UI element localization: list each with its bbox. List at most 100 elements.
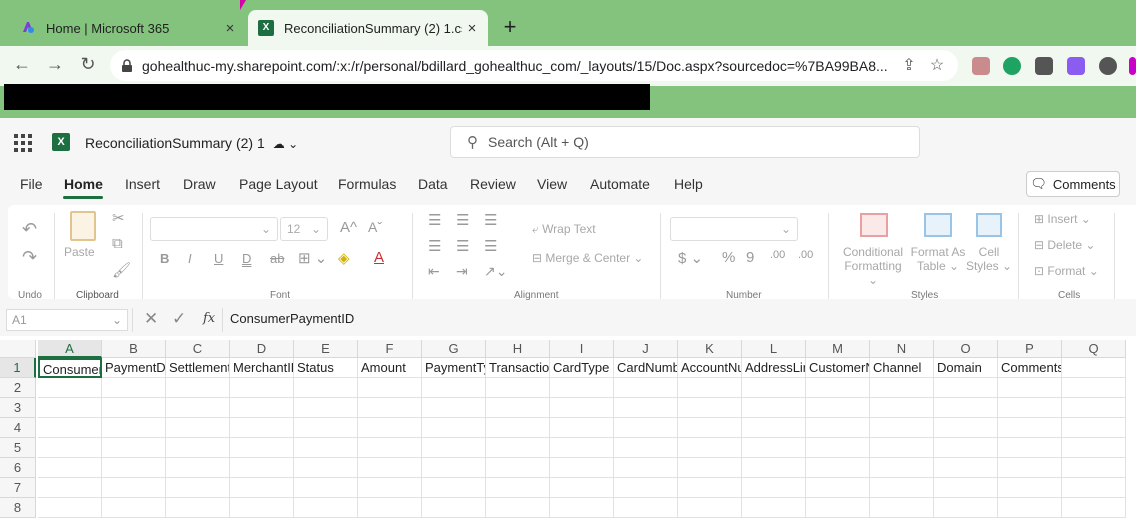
cell-e8[interactable] [294, 498, 358, 518]
cell-a2[interactable] [38, 378, 102, 398]
insert-cells-button[interactable]: ⊞ Insert ⌄ [1034, 212, 1091, 226]
extension-icon[interactable] [1129, 57, 1136, 75]
app-launcher-icon[interactable] [14, 134, 32, 152]
decrease-decimal-icon[interactable]: .00 [798, 249, 813, 261]
share-icon[interactable]: ⇪ [898, 55, 920, 77]
cell-i5[interactable] [550, 438, 614, 458]
cell-n2[interactable] [870, 378, 934, 398]
strikethrough-icon[interactable]: ab [270, 251, 284, 266]
cell-styles-button[interactable]: Cell Styles ⌄ [964, 245, 1014, 273]
cell-c3[interactable] [166, 398, 230, 418]
cell-d4[interactable] [230, 418, 294, 438]
column-header-j[interactable]: J [614, 340, 678, 358]
column-header-g[interactable]: G [422, 340, 486, 358]
cell-d5[interactable] [230, 438, 294, 458]
cell-c1[interactable]: SettlementDate [166, 358, 230, 378]
cell-p7[interactable] [998, 478, 1062, 498]
font-size-select[interactable]: 12 ⌄ [280, 217, 328, 241]
cell-o3[interactable] [934, 398, 998, 418]
cell-a6[interactable] [38, 458, 102, 478]
format-painter-icon[interactable]: 🖌 [112, 261, 131, 279]
column-header-c[interactable]: C [166, 340, 230, 358]
tab-formulas[interactable]: Formulas [338, 176, 396, 192]
cell-e6[interactable] [294, 458, 358, 478]
back-icon[interactable]: ← [10, 54, 34, 75]
cell-q6[interactable] [1062, 458, 1126, 478]
cell-m1[interactable]: CustomerName [806, 358, 870, 378]
cell-p6[interactable] [998, 458, 1062, 478]
percent-icon[interactable]: % [722, 249, 735, 266]
grow-font-icon[interactable]: A^ [340, 219, 357, 236]
format-as-table-icon[interactable] [924, 213, 952, 237]
cell-c6[interactable] [166, 458, 230, 478]
cell-b5[interactable] [102, 438, 166, 458]
tab-draw[interactable]: Draw [183, 176, 216, 192]
cell-f5[interactable] [358, 438, 422, 458]
cell-i3[interactable] [550, 398, 614, 418]
cell-g3[interactable] [422, 398, 486, 418]
redo-icon[interactable]: ↷ [22, 247, 37, 268]
cell-f6[interactable] [358, 458, 422, 478]
align-top-icon[interactable]: ☰ [428, 211, 441, 229]
cell-g5[interactable] [422, 438, 486, 458]
cell-e2[interactable] [294, 378, 358, 398]
cell-i7[interactable] [550, 478, 614, 498]
new-tab-button[interactable]: + [500, 14, 520, 40]
cell-c4[interactable] [166, 418, 230, 438]
cell-g8[interactable] [422, 498, 486, 518]
cell-a5[interactable] [38, 438, 102, 458]
cell-f4[interactable] [358, 418, 422, 438]
decrease-indent-icon[interactable]: ⇤ [428, 263, 440, 280]
cell-m7[interactable] [806, 478, 870, 498]
column-header-i[interactable]: I [550, 340, 614, 358]
cell-p3[interactable] [998, 398, 1062, 418]
cell-n4[interactable] [870, 418, 934, 438]
increase-indent-icon[interactable]: ⇥ [456, 263, 468, 280]
cell-k4[interactable] [678, 418, 742, 438]
cell-e3[interactable] [294, 398, 358, 418]
spreadsheet-grid[interactable]: ABCDEFGHIJKLMNOPQ1ConsumerPaymentIDPayme… [0, 340, 1136, 520]
cell-m8[interactable] [806, 498, 870, 518]
cut-icon[interactable]: ✂ [112, 209, 125, 227]
column-header-o[interactable]: O [934, 340, 998, 358]
align-right-icon[interactable]: ☰ [484, 237, 497, 255]
cell-q1[interactable] [1062, 358, 1126, 378]
cell-i8[interactable] [550, 498, 614, 518]
cell-k7[interactable] [678, 478, 742, 498]
name-box[interactable]: A1 ⌄ [6, 309, 128, 331]
cell-l8[interactable] [742, 498, 806, 518]
cell-f1[interactable]: Amount [358, 358, 422, 378]
select-all-corner[interactable] [0, 340, 36, 358]
cell-g4[interactable] [422, 418, 486, 438]
cell-c2[interactable] [166, 378, 230, 398]
orientation-icon[interactable]: ↗⌄ [484, 263, 507, 280]
formula-input[interactable]: ConsumerPaymentID [230, 311, 354, 326]
cell-o6[interactable] [934, 458, 998, 478]
cell-b1[interactable]: PaymentDate [102, 358, 166, 378]
bookmark-star-icon[interactable]: ☆ [926, 55, 948, 77]
currency-icon[interactable]: $ ⌄ [678, 249, 703, 267]
cell-o1[interactable]: Domain [934, 358, 998, 378]
cell-d7[interactable] [230, 478, 294, 498]
row-header-6[interactable]: 6 [0, 458, 36, 478]
cell-d3[interactable] [230, 398, 294, 418]
cell-m2[interactable] [806, 378, 870, 398]
cell-k6[interactable] [678, 458, 742, 478]
cell-q5[interactable] [1062, 438, 1126, 458]
cell-d6[interactable] [230, 458, 294, 478]
shrink-font-icon[interactable]: Aˇ [368, 219, 382, 235]
column-header-a[interactable]: A [38, 340, 102, 358]
cell-p1[interactable]: Comments [998, 358, 1062, 378]
cell-f2[interactable] [358, 378, 422, 398]
cell-c7[interactable] [166, 478, 230, 498]
cell-k2[interactable] [678, 378, 742, 398]
cell-j2[interactable] [614, 378, 678, 398]
column-header-m[interactable]: M [806, 340, 870, 358]
cell-k5[interactable] [678, 438, 742, 458]
document-title[interactable]: ReconciliationSummary (2) 1 ☁︎ ⌄ [85, 135, 298, 151]
cell-l5[interactable] [742, 438, 806, 458]
cell-l7[interactable] [742, 478, 806, 498]
cell-h3[interactable] [486, 398, 550, 418]
cell-h7[interactable] [486, 478, 550, 498]
row-header-4[interactable]: 4 [0, 418, 36, 438]
